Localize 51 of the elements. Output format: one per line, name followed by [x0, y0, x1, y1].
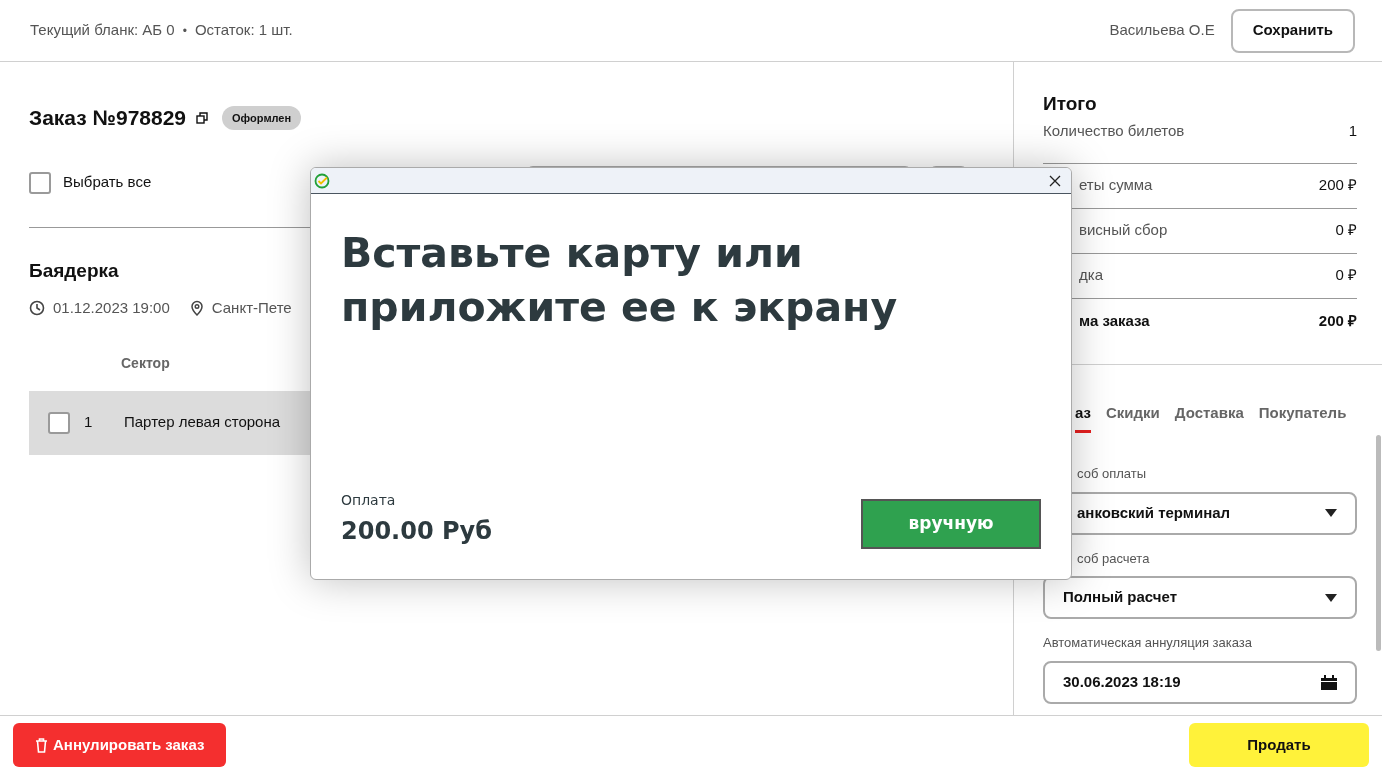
summary-value: 1: [1348, 120, 1357, 141]
clock-icon: [29, 300, 45, 317]
column-header: Сектор: [121, 353, 170, 373]
close-icon[interactable]: [1049, 174, 1061, 187]
field-label: Автоматическая аннуляция заказа: [1043, 634, 1252, 652]
separator-dot: •: [182, 22, 187, 40]
summary-value: 0 ₽: [1335, 265, 1357, 286]
cancel-order-button[interactable]: Аннулировать заказ: [13, 723, 227, 767]
table-cell-text: Партер левая сторона: [124, 412, 281, 433]
payment-amount: 200.00 Руб: [341, 516, 492, 547]
status-badge: Оформлен: [222, 105, 302, 130]
tab[interactable]: Доставка: [1174, 401, 1244, 433]
dropdown-caret-icon: [1325, 593, 1337, 602]
field-label: соб оплаты: [1077, 465, 1147, 483]
summary-value: 200 ₽: [1318, 310, 1357, 331]
summary-label: ма заказа: [1079, 310, 1150, 331]
event-place: Санкт-Пете: [211, 298, 292, 318]
select-field[interactable]: Полный расчет: [1043, 576, 1357, 619]
summary-label: дка: [1079, 265, 1103, 286]
tab[interactable]: Скидки: [1106, 401, 1160, 433]
summary-title: Итого: [1043, 92, 1098, 116]
checkbox[interactable]: [48, 411, 70, 434]
summary-value: 200 ₽: [1318, 175, 1357, 196]
calendar-icon: [1321, 674, 1337, 690]
copy-icon[interactable]: [196, 111, 209, 124]
scrollbar[interactable]: [1376, 435, 1381, 651]
dialog-message: Вставьте карту или приложите ее к экрану: [341, 228, 899, 333]
trash-icon: [35, 737, 48, 753]
check-circle-icon: [314, 172, 330, 189]
tab[interactable]: Покупатель: [1258, 401, 1347, 433]
row-number: 1: [84, 412, 94, 433]
order-title: Заказ №978829: [29, 105, 187, 131]
dropdown-caret-icon: [1325, 509, 1337, 517]
summary-label: Количество билетов: [1043, 120, 1185, 141]
date-field[interactable]: 30.06.2023 18:19: [1043, 660, 1357, 704]
sell-button[interactable]: Продать: [1189, 723, 1369, 767]
summary-label: еты сумма: [1079, 175, 1153, 196]
save-button[interactable]: Сохранить: [1230, 8, 1355, 53]
summary-label: висный сбор: [1079, 220, 1168, 241]
tab[interactable]: аз: [1075, 401, 1091, 433]
event-title: Баядерка: [29, 258, 119, 283]
blank-info: Текущий бланк: АБ 0: [30, 20, 175, 41]
location-pin-icon: [189, 300, 204, 317]
event-datetime: 01.12.2023 19:00: [53, 298, 170, 318]
summary-value: 0 ₽: [1335, 220, 1357, 241]
user-name: Васильева О.Е: [1109, 20, 1215, 41]
remaining-info: Остаток: 1 шт.: [194, 20, 293, 41]
payment-label: Оплата: [341, 491, 397, 510]
checkbox[interactable]: [29, 171, 51, 194]
select-all-label[interactable]: Выбрать все: [63, 171, 152, 194]
field-label: соб расчета: [1077, 549, 1150, 568]
